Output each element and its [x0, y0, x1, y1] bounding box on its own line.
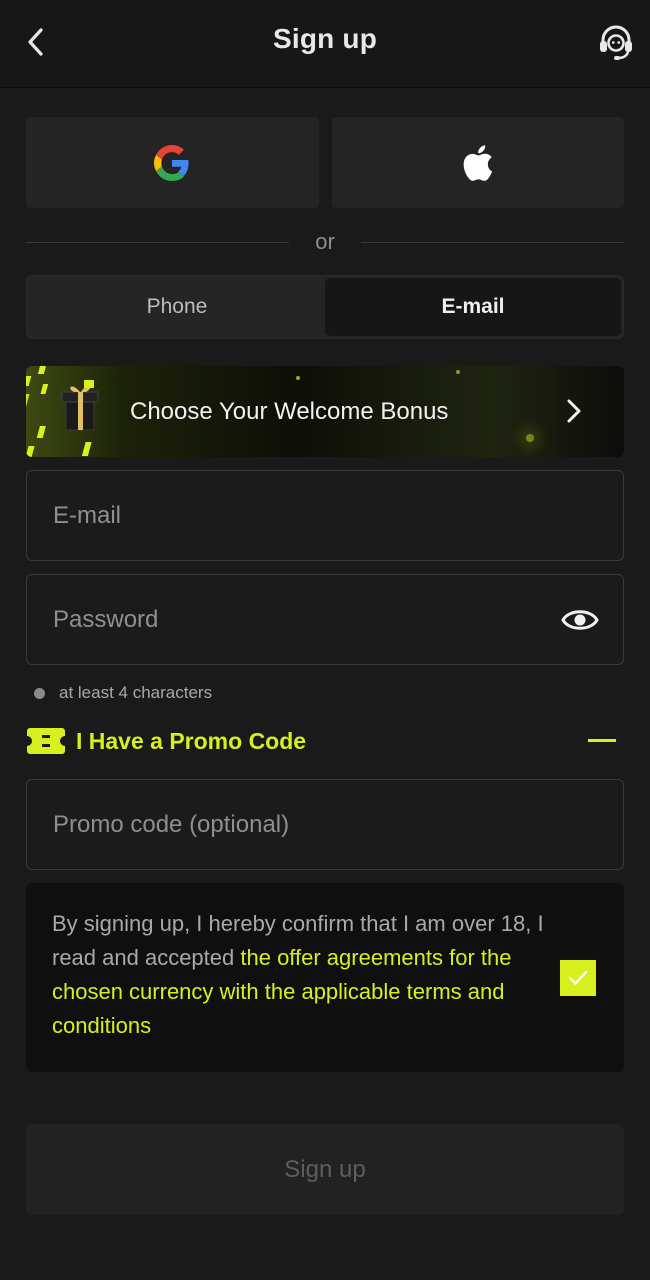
back-button[interactable]: [16, 22, 56, 62]
gift-box-icon: [26, 366, 99, 457]
terms-text: By signing up, I hereby confirm that I a…: [52, 907, 552, 1043]
or-divider: or: [26, 226, 624, 258]
welcome-bonus-label: Choose Your Welcome Bonus: [130, 397, 449, 425]
top-bar: Sign up: [0, 0, 650, 88]
promo-code-field[interactable]: [53, 810, 597, 839]
headset-support-icon: [600, 25, 632, 60]
social-login-row: [26, 117, 624, 208]
promo-code-toggle[interactable]: I Have a Promo Code: [26, 722, 624, 760]
promo-field-container: [26, 779, 624, 870]
promo-code-toggle-label: I Have a Promo Code: [76, 727, 307, 754]
divider-line: [26, 241, 290, 243]
eye-icon: [561, 610, 599, 630]
password-visibility-toggle[interactable]: [561, 603, 599, 642]
sparkle: [456, 370, 460, 374]
email-field-container: [26, 470, 624, 561]
checkmark-icon: [568, 970, 588, 985]
apple-signin-button[interactable]: [331, 117, 624, 208]
tab-phone[interactable]: Phone: [29, 278, 325, 336]
hint-bullet: [34, 687, 45, 699]
sparkle: [526, 434, 534, 442]
apple-icon: [463, 144, 492, 181]
password-field-container: [26, 574, 624, 665]
email-field[interactable]: [53, 501, 597, 530]
divider-line: [360, 241, 624, 243]
welcome-bonus-banner[interactable]: Choose Your Welcome Bonus: [26, 366, 624, 457]
google-icon: [154, 144, 189, 181]
password-hint: at least 4 characters: [34, 680, 212, 706]
terms-checkbox[interactable]: [560, 960, 596, 996]
minus-icon: [588, 739, 616, 742]
terms-consent-box: By signing up, I hereby confirm that I a…: [26, 883, 624, 1072]
chevron-right-icon: [567, 399, 581, 423]
password-field[interactable]: [53, 605, 597, 634]
or-text: or: [315, 229, 335, 254]
google-signin-button[interactable]: [26, 117, 319, 208]
password-hint-text: at least 4 characters: [59, 683, 213, 702]
page-title: Sign up: [272, 22, 378, 54]
signup-submit-button[interactable]: Sign up: [26, 1124, 624, 1215]
chevron-left-icon: [28, 28, 43, 56]
signup-method-tabs: Phone E-mail: [26, 275, 624, 339]
ticket-icon: [27, 728, 65, 754]
tab-email[interactable]: E-mail: [325, 278, 621, 336]
support-button[interactable]: [594, 20, 638, 64]
